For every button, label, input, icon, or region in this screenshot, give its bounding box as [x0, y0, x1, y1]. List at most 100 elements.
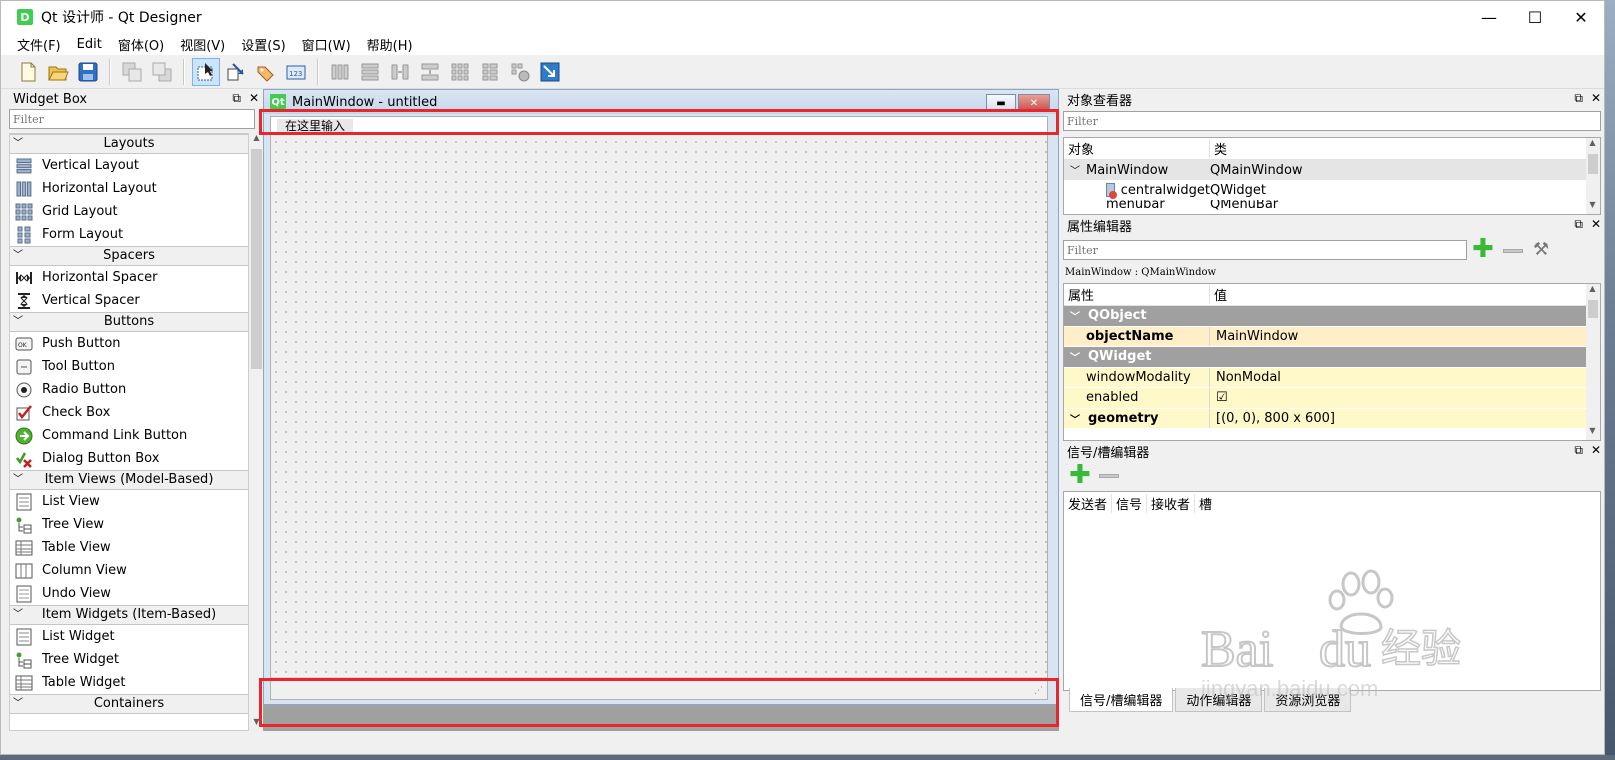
close-button[interactable]: ✕ [1558, 1, 1604, 33]
subwindow-minimize-button[interactable]: ▬ [986, 94, 1016, 112]
widget-filter-input[interactable] [9, 109, 255, 129]
column-receiver[interactable]: 接收者 [1147, 493, 1196, 513]
float-icon[interactable]: ⧉ [232, 91, 241, 106]
edit-widgets-icon[interactable] [192, 57, 220, 86]
widget-item[interactable]: Check Box [10, 401, 248, 424]
new-file-icon[interactable] [14, 58, 42, 86]
close-icon[interactable]: ✕ [1591, 217, 1601, 232]
column-class[interactable]: 类 [1210, 139, 1227, 158]
widget-item[interactable]: Vertical Layout [10, 154, 248, 177]
column-object[interactable]: 对象 [1064, 139, 1210, 158]
close-icon[interactable]: ✕ [1591, 443, 1601, 458]
widget-item[interactable]: Table View [10, 536, 248, 559]
layout-grid-icon[interactable] [446, 58, 474, 86]
property-row[interactable]: enabled ☑ [1064, 388, 1588, 409]
property-table-scrollbar[interactable]: ▲ ▼ [1586, 284, 1600, 440]
enabled-checkbox[interactable]: ☑ [1210, 390, 1228, 405]
menu-help[interactable]: 帮助(H) [359, 35, 421, 54]
tree-row[interactable]: menubar QMenuBar [1064, 200, 1588, 210]
widget-item[interactable]: Undo View [10, 582, 248, 605]
edit-tab-order-icon[interactable]: 123 [282, 58, 310, 86]
widget-item[interactable]: Radio Button [10, 378, 248, 401]
bring-back-icon[interactable] [118, 58, 146, 86]
widget-item[interactable]: Horizontal Spacer [10, 266, 248, 289]
edit-buddies-icon[interactable] [252, 58, 280, 86]
configure-wrench-icon[interactable]: ⚒ [1533, 239, 1549, 260]
widget-item[interactable]: Command Link Button [10, 424, 248, 447]
tree-row[interactable]: ﹀ MainWindow QMainWindow [1064, 160, 1588, 180]
property-filter-input[interactable] [1063, 240, 1467, 260]
menu-window[interactable]: 窗口(W) [294, 35, 359, 54]
menu-settings[interactable]: 设置(S) [233, 35, 293, 54]
property-row[interactable]: windowModality NonModal [1064, 367, 1588, 388]
widget-item[interactable]: Horizontal Layout [10, 177, 248, 200]
widget-item[interactable]: Form Layout [10, 223, 248, 246]
property-row[interactable]: ﹀ geometry [(0, 0), 800 x 600] [1064, 408, 1588, 429]
minimize-button[interactable]: — [1466, 1, 1512, 33]
widget-category[interactable]: ﹀ Layouts [10, 134, 248, 154]
property-row[interactable]: objectName MainWindow [1064, 326, 1588, 347]
layout-horizontal-icon[interactable] [326, 58, 354, 86]
menu-view[interactable]: 视图(V) [172, 35, 233, 54]
layout-splitter-h-icon[interactable] [386, 58, 414, 86]
menu-type-here[interactable]: 在这里输入 [277, 119, 354, 134]
widget-item[interactable]: Tree Widget [10, 648, 248, 671]
widget-item[interactable]: Table Widget [10, 671, 248, 694]
chevron-down-icon[interactable]: ﹀ [1070, 411, 1080, 426]
widget-item[interactable]: List Widget [10, 625, 248, 648]
widget-item[interactable]: Vertical Spacer [10, 289, 248, 312]
add-connection-icon[interactable]: ✚ [1069, 462, 1091, 488]
widget-category[interactable]: ﹀ Item Views (Model-Based) [10, 470, 248, 490]
add-dynamic-property-icon[interactable]: ✚ [1472, 236, 1494, 262]
chevron-down-icon[interactable]: ﹀ [1070, 166, 1080, 177]
bring-front-icon[interactable] [148, 58, 176, 86]
object-tree-scrollbar[interactable]: ▲ ▼ [1586, 138, 1600, 214]
widget-item[interactable]: Grid Layout [10, 200, 248, 223]
open-folder-icon[interactable] [44, 58, 72, 86]
subwindow-close-button[interactable]: ✕ [1018, 94, 1050, 112]
widget-category[interactable]: ﹀ Spacers [10, 246, 248, 266]
column-slot[interactable]: 槽 [1195, 494, 1212, 513]
size-grip-icon[interactable]: ⋰ [1034, 686, 1043, 696]
menu-form[interactable]: 窗体(O) [110, 35, 172, 54]
close-icon[interactable]: ✕ [249, 91, 259, 106]
layout-form-icon[interactable] [476, 58, 504, 86]
tree-row[interactable]: centralwidget QWidget [1064, 180, 1588, 200]
adjust-size-icon[interactable] [536, 58, 564, 86]
property-group-qobject[interactable]: ﹀ QObject [1064, 306, 1588, 327]
maximize-button[interactable]: ☐ [1512, 1, 1558, 33]
float-icon[interactable]: ⧉ [1574, 443, 1583, 458]
property-group-qwidget[interactable]: ﹀ QWidget [1064, 347, 1588, 368]
form-canvas[interactable]: 在这里输入 ⋰ [270, 116, 1048, 700]
menu-edit[interactable]: Edit [69, 37, 110, 52]
save-icon[interactable] [74, 58, 102, 86]
widget-item[interactable]: Column View [10, 559, 248, 582]
column-signal[interactable]: 信号 [1112, 493, 1148, 513]
widget-item[interactable]: Tool Button [10, 355, 248, 378]
float-icon[interactable]: ⧉ [1574, 217, 1583, 232]
widget-category[interactable]: ﹀ Containers [10, 694, 248, 714]
close-icon[interactable]: ✕ [1591, 91, 1601, 106]
edit-signals-icon[interactable] [222, 58, 250, 86]
widget-category[interactable]: ﹀ Item Widgets (Item-Based) [10, 605, 248, 625]
column-value[interactable]: 值 [1210, 285, 1227, 304]
widget-item[interactable]: OK Push Button [10, 332, 248, 355]
subwindow-title-bar[interactable]: Qt MainWindow - untitled ▬ ✕ [264, 90, 1058, 114]
widget-item[interactable]: Tree View [10, 513, 248, 536]
widget-category[interactable]: ﹀ Buttons [10, 312, 248, 332]
tab-signal-slot[interactable]: 信号/槽编辑器 [1069, 688, 1174, 712]
remove-property-icon[interactable] [1503, 249, 1523, 253]
widget-item[interactable]: List View [10, 490, 248, 513]
remove-connection-icon[interactable] [1099, 474, 1119, 478]
tab-resource-browser[interactable]: 资源浏览器 [1264, 688, 1352, 712]
float-icon[interactable]: ⧉ [1574, 91, 1583, 106]
layout-vertical-icon[interactable] [356, 58, 384, 86]
break-layout-icon[interactable] [506, 58, 534, 86]
widget-list-scrollbar[interactable]: ▲ ▼ [250, 133, 263, 731]
widget-item[interactable]: Dialog Button Box [10, 447, 248, 470]
menu-file[interactable]: 文件(F) [9, 35, 69, 54]
object-filter-input[interactable] [1063, 111, 1601, 131]
tab-action-editor[interactable]: 动作编辑器 [1175, 688, 1263, 712]
column-sender[interactable]: 发送者 [1064, 493, 1113, 513]
column-property[interactable]: 属性 [1064, 285, 1210, 304]
